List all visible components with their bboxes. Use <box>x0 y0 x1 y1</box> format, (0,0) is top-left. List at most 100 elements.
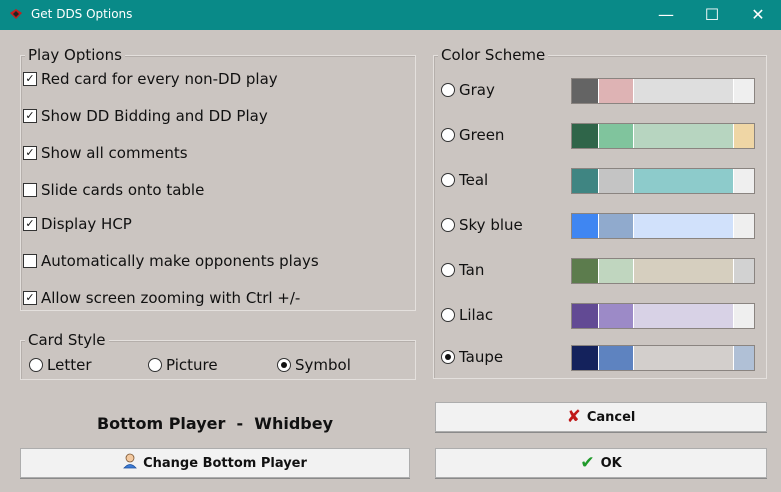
play-option-label: Red card for every non-DD play <box>41 70 278 88</box>
radio-unselected[interactable] <box>441 173 455 187</box>
radio-unselected[interactable] <box>148 358 162 372</box>
card-style-option-symbol[interactable]: Symbol <box>277 356 351 374</box>
card-style-label: Picture <box>166 356 218 374</box>
checkbox-unchecked[interactable] <box>23 183 37 197</box>
color-swatch-segment <box>633 79 735 103</box>
color-swatch-segment <box>734 214 754 238</box>
color-swatch-segment <box>572 304 599 328</box>
color-swatch-segment <box>734 79 754 103</box>
color-swatch-segment <box>734 346 754 370</box>
green-check-icon: ✔ <box>580 453 595 473</box>
card-style-option-picture[interactable]: Picture <box>148 356 218 374</box>
color-swatch <box>571 258 755 284</box>
checkbox-checked[interactable]: ✓ <box>23 72 37 86</box>
change-bottom-player-button[interactable]: Change Bottom Player <box>20 448 410 478</box>
color-swatch-segment <box>633 124 735 148</box>
play-option-row[interactable]: ✓ Show DD Bidding and DD Play <box>23 107 268 125</box>
color-scheme-option-lilac[interactable]: Lilac <box>441 306 493 324</box>
checkbox-checked[interactable]: ✓ <box>23 109 37 123</box>
color-swatch-segment <box>598 79 634 103</box>
close-button[interactable]: ✕ <box>735 0 781 30</box>
checkbox-checked[interactable]: ✓ <box>23 146 37 160</box>
color-swatch <box>571 303 755 329</box>
radio-unselected[interactable] <box>441 263 455 277</box>
color-swatch-segment <box>734 124 754 148</box>
title-bar[interactable]: Get DDS Options — ☐ ✕ <box>0 0 781 30</box>
color-scheme-label: Lilac <box>459 306 494 324</box>
color-swatch <box>571 123 755 149</box>
play-option-label: Allow screen zooming with Ctrl +/- <box>41 289 301 307</box>
color-scheme-option-green[interactable]: Green <box>441 126 504 144</box>
color-swatch-segment <box>734 259 754 283</box>
play-option-row[interactable]: ✓ Display HCP <box>23 215 132 233</box>
checkbox-checked[interactable]: ✓ <box>23 291 37 305</box>
color-scheme-option-teal[interactable]: Teal <box>441 171 488 189</box>
color-scheme-option-taupe[interactable]: Taupe <box>441 348 503 366</box>
person-icon <box>123 453 137 473</box>
color-swatch-segment <box>572 79 599 103</box>
color-swatch-segment <box>572 214 599 238</box>
color-scheme-label: Taupe <box>459 348 504 366</box>
radio-unselected[interactable] <box>441 83 455 97</box>
play-option-row[interactable]: ✓ Red card for every non-DD play <box>23 70 278 88</box>
color-scheme-option-sky-blue[interactable]: Sky blue <box>441 216 523 234</box>
color-swatch-segment <box>572 259 599 283</box>
radio-unselected[interactable] <box>441 308 455 322</box>
play-option-label: Show DD Bidding and DD Play <box>41 107 268 125</box>
play-option-row[interactable]: ✓ Show all comments <box>23 144 188 162</box>
color-swatch-segment <box>572 346 599 370</box>
color-swatch-segment <box>633 304 735 328</box>
cancel-button[interactable]: ✘ Cancel <box>435 402 767 432</box>
color-swatch-segment <box>633 346 735 370</box>
color-swatch-segment <box>633 214 735 238</box>
change-bottom-player-label: Change Bottom Player <box>143 455 307 471</box>
ok-button[interactable]: ✔ OK <box>435 448 767 478</box>
checkbox-unchecked[interactable] <box>23 254 37 268</box>
play-option-label: Display HCP <box>41 215 132 233</box>
color-swatch <box>571 345 755 371</box>
color-swatch-segment <box>734 169 754 193</box>
ok-label: OK <box>600 455 622 471</box>
color-swatch-segment <box>572 169 599 193</box>
maximize-button[interactable]: ☐ <box>689 0 735 30</box>
play-option-row[interactable]: Automatically make opponents plays <box>23 252 319 270</box>
color-swatch <box>571 168 755 194</box>
color-swatch-segment <box>633 259 735 283</box>
radio-selected[interactable] <box>277 358 291 372</box>
color-scheme-legend: Color Scheme <box>438 46 549 64</box>
color-swatch <box>571 213 755 239</box>
color-swatch-segment <box>598 214 634 238</box>
radio-unselected[interactable] <box>29 358 43 372</box>
cards-icon <box>10 9 22 19</box>
red-x-icon: ✘ <box>566 407 581 427</box>
checkbox-checked[interactable]: ✓ <box>23 217 37 231</box>
card-style-legend: Card Style <box>25 331 109 349</box>
radio-unselected[interactable] <box>441 218 455 232</box>
card-style-label: Symbol <box>295 356 351 374</box>
bottom-player-label: Bottom Player - Whidbey <box>96 414 334 433</box>
color-scheme-label: Sky blue <box>459 216 523 234</box>
color-scheme-label: Gray <box>459 81 495 99</box>
color-swatch-segment <box>598 124 634 148</box>
radio-selected[interactable] <box>441 350 455 364</box>
play-option-row[interactable]: Slide cards onto table <box>23 181 204 199</box>
color-swatch-segment <box>598 169 634 193</box>
cancel-label: Cancel <box>586 409 636 425</box>
minimize-button[interactable]: — <box>643 0 689 30</box>
color-swatch-segment <box>598 259 634 283</box>
color-scheme-label: Tan <box>459 261 485 279</box>
window-title: Get DDS Options <box>31 7 133 21</box>
play-option-row[interactable]: ✓ Allow screen zooming with Ctrl +/- <box>23 289 300 307</box>
card-style-label: Letter <box>47 356 92 374</box>
card-style-option-letter[interactable]: Letter <box>29 356 91 374</box>
play-options-legend: Play Options <box>25 46 125 64</box>
color-scheme-label: Teal <box>459 171 489 189</box>
color-scheme-option-gray[interactable]: Gray <box>441 81 495 99</box>
play-option-label: Slide cards onto table <box>41 181 205 199</box>
color-swatch-segment <box>734 304 754 328</box>
color-swatch-segment <box>598 346 634 370</box>
color-swatch-segment <box>633 169 735 193</box>
color-scheme-option-tan[interactable]: Tan <box>441 261 484 279</box>
color-scheme-label: Green <box>459 126 505 144</box>
radio-unselected[interactable] <box>441 128 455 142</box>
